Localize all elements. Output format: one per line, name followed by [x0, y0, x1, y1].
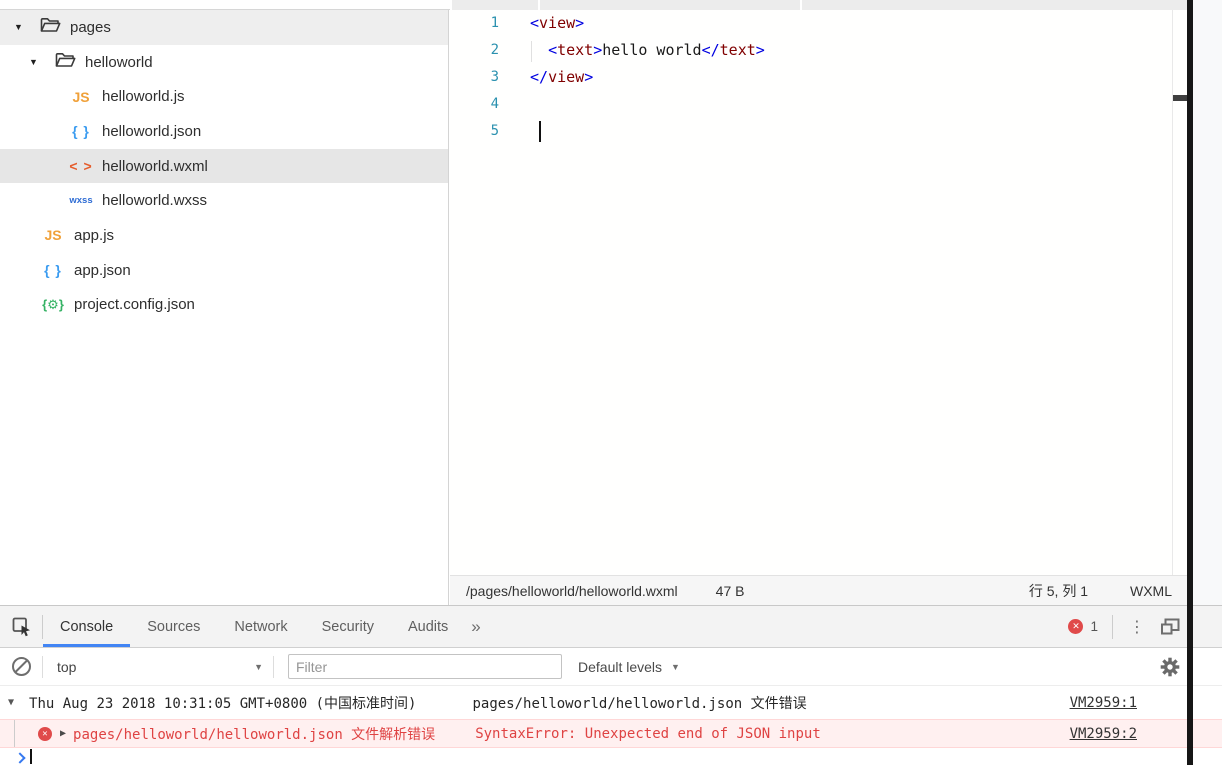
- settings-gear-icon[interactable]: [1160, 657, 1180, 677]
- scrollbar-thumb[interactable]: [1173, 95, 1187, 101]
- js-file-icon: JS: [44, 227, 62, 244]
- error-text: pages/helloworld/helloworld.json 文件解析错误: [73, 726, 436, 743]
- tree-file-helloworld-wxml[interactable]: < > helloworld.wxml: [0, 148, 448, 184]
- tree-file-app-json[interactable]: { } app.json: [0, 253, 448, 288]
- tab-audits[interactable]: Audits: [391, 606, 465, 647]
- tree-file-helloworld-wxss[interactable]: wxss helloworld.wxss: [0, 183, 448, 218]
- language-mode[interactable]: WXML: [1130, 583, 1172, 599]
- prompt-chevron-icon: [14, 751, 26, 764]
- folder-icon: [40, 17, 61, 37]
- console-message-error: ✕ ▶ pages/helloworld/helloworld.json 文件解…: [0, 719, 1222, 748]
- indent-guide: [531, 41, 532, 62]
- code-line-3: </view>: [530, 68, 594, 86]
- console-message-log: ▼ Thu Aug 23 2018 10:31:05 GMT+0800 (中国标…: [0, 686, 1222, 719]
- tree-file-helloworld-js[interactable]: JS helloworld.js: [0, 79, 448, 114]
- tab-sources[interactable]: Sources: [130, 606, 217, 647]
- log-timestamp: Thu Aug 23 2018 10:31:05 GMT+0800 (中国标准时…: [29, 695, 417, 712]
- folder-name: helloworld: [85, 53, 153, 71]
- tree-folder-pages[interactable]: ▼ pages: [0, 10, 448, 45]
- folder-icon: [55, 52, 76, 72]
- js-file-icon: JS: [72, 88, 90, 105]
- line-number: 3: [490, 69, 499, 85]
- log-levels-select[interactable]: Default levels ▼: [578, 659, 680, 675]
- log-text: pages/helloworld/helloworld.json 文件错误: [472, 695, 807, 712]
- file-name: helloworld.wxml: [102, 157, 208, 175]
- divider: [42, 655, 43, 678]
- line-number: 5: [490, 123, 499, 139]
- dock-side-icon[interactable]: [1161, 618, 1180, 635]
- chevron-down-icon: ▼: [254, 661, 263, 672]
- json-file-icon: { }: [44, 262, 62, 279]
- devtools-panel: Console Sources Network Security Audits …: [0, 605, 1222, 765]
- json-file-icon: { }: [72, 123, 90, 140]
- devtools-tab-bar: Console Sources Network Security Audits …: [0, 606, 1222, 648]
- console-prompt[interactable]: [0, 748, 1222, 765]
- cursor-position: 行 5, 列 1: [1028, 582, 1088, 599]
- file-name: app.json: [74, 261, 131, 279]
- wxss-file-icon: wxss: [69, 195, 93, 207]
- file-name: app.js: [74, 226, 115, 244]
- file-path: /pages/helloworld/helloworld.wxml: [466, 582, 678, 599]
- clear-console-icon[interactable]: [12, 657, 31, 676]
- file-name: project.config.json: [74, 296, 195, 314]
- filter-input[interactable]: [288, 654, 562, 679]
- file-size: 47 B: [715, 582, 745, 599]
- tree-file-project-config[interactable]: {⚙} project.config.json: [0, 288, 448, 323]
- divider: [1112, 614, 1113, 639]
- kebab-menu-icon[interactable]: ⋮: [1129, 617, 1145, 637]
- expand-arrow-icon[interactable]: ▼: [14, 22, 26, 32]
- tree-folder-helloworld[interactable]: ▼ helloworld: [0, 45, 448, 80]
- tab-security[interactable]: Security: [305, 606, 391, 647]
- inspect-element-icon[interactable]: [12, 617, 32, 637]
- collapse-triangle-icon[interactable]: ▼: [8, 697, 14, 708]
- chevron-down-icon: ▼: [671, 661, 680, 672]
- code-line-2: <text>hello world</text>: [548, 41, 765, 59]
- file-name: helloworld.json: [102, 122, 202, 140]
- tab-separator: [450, 0, 452, 10]
- more-tabs-icon[interactable]: »: [471, 617, 480, 637]
- tab-separator: [538, 0, 540, 10]
- error-icon: ✕: [38, 727, 52, 741]
- editor-tab-strip-fill: [450, 0, 1187, 10]
- error-detail: SyntaxError: Unexpected end of JSON inpu…: [475, 725, 821, 742]
- code-editor[interactable]: 1 <view> 2 <text>hello world</text> 3 </…: [450, 10, 1187, 575]
- wxml-file-icon: < >: [69, 158, 93, 175]
- expand-arrow-icon[interactable]: ▼: [29, 57, 41, 67]
- expand-triangle-icon[interactable]: ▶: [60, 728, 66, 739]
- source-link[interactable]: VM2959:2: [1070, 726, 1137, 742]
- error-badge-icon[interactable]: ✕: [1068, 619, 1084, 634]
- tree-file-app-js[interactable]: JS app.js: [0, 218, 448, 253]
- tab-network[interactable]: Network: [217, 606, 304, 647]
- divider: [273, 655, 274, 678]
- prompt-cursor: [30, 749, 32, 764]
- window-splitter[interactable]: [1187, 0, 1193, 765]
- line-number: 4: [490, 96, 499, 112]
- file-tree-sidebar: ▼ pages ▼ helloworld JS helloworld.js { …: [0, 10, 449, 605]
- code-line-1: <view>: [530, 14, 585, 32]
- config-file-icon: {⚙}: [42, 296, 64, 312]
- folder-name: pages: [70, 18, 111, 36]
- text-cursor: [539, 121, 541, 142]
- line-number: 1: [490, 15, 499, 31]
- source-link[interactable]: VM2959:1: [1070, 695, 1137, 711]
- error-count: 1: [1090, 619, 1098, 634]
- wechat-devtools-window: ▼ pages ▼ helloworld JS helloworld.js { …: [0, 0, 1222, 765]
- tree-file-helloworld-json[interactable]: { } helloworld.json: [0, 114, 448, 149]
- tab-separator: [800, 0, 802, 10]
- editor-tab-strip: [0, 0, 1222, 10]
- right-edge-strip: [1193, 0, 1222, 605]
- editor-status-bar: /pages/helloworld/helloworld.wxml 47 B 行…: [450, 575, 1187, 605]
- file-name: helloworld.js: [102, 88, 185, 106]
- console-toolbar: top ▼ Default levels ▼: [0, 648, 1222, 686]
- file-name: helloworld.wxss: [102, 192, 208, 210]
- group-indent-guide: [14, 720, 15, 747]
- execution-context-select[interactable]: top ▼: [57, 659, 263, 675]
- line-number: 2: [490, 42, 499, 58]
- tab-console[interactable]: Console: [43, 606, 131, 647]
